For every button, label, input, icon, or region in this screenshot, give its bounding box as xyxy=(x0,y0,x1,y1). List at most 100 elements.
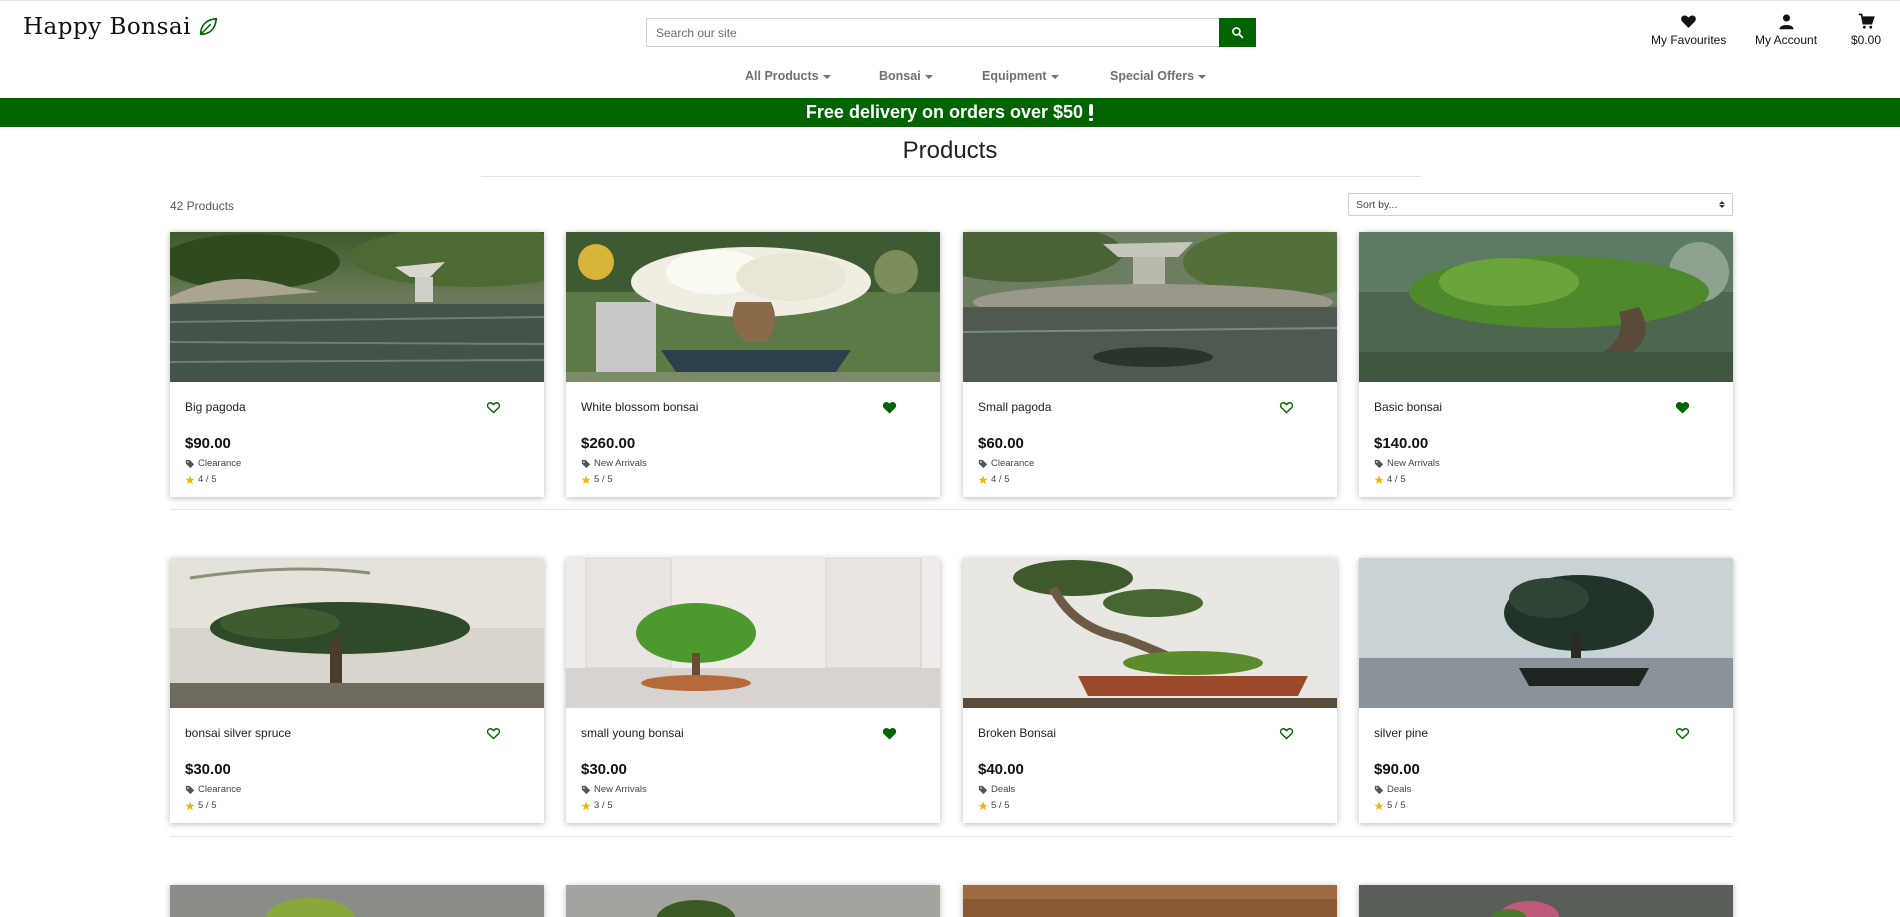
product-rating: 5 / 5 xyxy=(581,474,613,485)
row-divider xyxy=(170,509,1733,510)
product-card[interactable]: White blossom bonsai $260.00 New Arrival… xyxy=(566,232,940,497)
title-divider xyxy=(481,176,1421,177)
heart-outline-icon[interactable] xyxy=(1279,400,1294,415)
product-price: $30.00 xyxy=(581,761,627,778)
product-card[interactable]: Big pagoda $90.00 Clearance 4 / 5 xyxy=(170,232,544,497)
user-icon xyxy=(1778,14,1794,30)
product-rating: 3 / 5 xyxy=(581,800,613,811)
product-name: Small pagoda xyxy=(978,400,1052,414)
product-name: small young bonsai xyxy=(581,726,684,740)
account-link[interactable]: My Account xyxy=(1755,13,1817,47)
tag-icon xyxy=(185,459,195,468)
account-label: My Account xyxy=(1755,33,1818,47)
category-label: Deals xyxy=(1387,784,1412,795)
product-card[interactable] xyxy=(566,885,940,917)
product-name: Big pagoda xyxy=(185,400,246,414)
product-card[interactable]: Small pagoda $60.00 Clearance 4 / 5 xyxy=(963,232,1337,497)
search-bar xyxy=(646,18,1256,47)
logo-text: Happy Bonsai xyxy=(23,14,191,40)
caret-down-icon xyxy=(1050,75,1059,79)
star-icon xyxy=(978,474,988,484)
product-price: $90.00 xyxy=(185,435,231,452)
product-rating: 4 / 5 xyxy=(1374,474,1406,485)
product-category: Clearance xyxy=(978,458,1034,469)
tag-icon xyxy=(978,785,988,794)
menu-special-offers[interactable]: Special Offers xyxy=(1110,69,1207,83)
product-name: Broken Bonsai xyxy=(978,726,1057,740)
tag-icon xyxy=(185,785,195,794)
menu-bonsai[interactable]: Bonsai xyxy=(879,69,933,83)
star-icon xyxy=(581,800,591,810)
product-image xyxy=(566,885,940,917)
star-icon xyxy=(581,474,591,484)
product-rating: 5 / 5 xyxy=(185,800,217,811)
heart-outline-icon[interactable] xyxy=(1279,726,1294,741)
page-title: Products xyxy=(902,137,998,164)
rating-value: 5 / 5 xyxy=(1387,800,1406,811)
product-category: Deals xyxy=(978,784,1015,795)
product-image xyxy=(566,558,940,708)
product-card[interactable]: silver pine $90.00 Deals 5 / 5 xyxy=(1359,558,1733,823)
menu-label: Special Offers xyxy=(1110,69,1195,83)
product-card[interactable] xyxy=(1359,885,1733,917)
product-name: White blossom bonsai xyxy=(581,400,699,414)
caret-down-icon xyxy=(924,75,933,79)
product-card[interactable]: Broken Bonsai $40.00 Deals 5 / 5 xyxy=(963,558,1337,823)
product-card[interactable]: Basic bonsai $140.00 New Arrivals 4 / 5 xyxy=(1359,232,1733,497)
product-image xyxy=(1359,885,1733,917)
search-button[interactable] xyxy=(1219,18,1256,47)
product-rating: 4 / 5 xyxy=(185,474,217,485)
menu-equipment[interactable]: Equipment xyxy=(982,69,1059,83)
caret-down-icon xyxy=(822,75,831,79)
site-logo[interactable]: Happy Bonsai xyxy=(23,14,219,40)
product-price: $30.00 xyxy=(185,761,231,778)
sort-select[interactable]: Sort by... xyxy=(1348,193,1733,216)
star-icon xyxy=(185,474,195,484)
main-menu: All Products Bonsai Equipment Special Of… xyxy=(0,69,1900,87)
product-image xyxy=(1359,558,1733,708)
heart-filled-icon[interactable] xyxy=(1675,400,1690,415)
product-category: Deals xyxy=(1374,784,1411,795)
product-price: $260.00 xyxy=(581,435,636,452)
heart-outline-icon[interactable] xyxy=(486,726,501,741)
product-card[interactable]: bonsai silver spruce $30.00 Clearance 5 … xyxy=(170,558,544,823)
category-label: Clearance xyxy=(198,458,242,469)
sort-selected: Sort by... xyxy=(1356,198,1398,211)
cart-total: $0.00 xyxy=(1851,33,1882,47)
heart-outline-icon[interactable] xyxy=(486,400,501,415)
category-label: New Arrivals xyxy=(1387,458,1440,469)
cart-link[interactable]: $0.00 xyxy=(1851,13,1881,47)
favourites-label: My Favourites xyxy=(1651,33,1727,47)
product-category: Clearance xyxy=(185,458,241,469)
product-category: Clearance xyxy=(185,784,241,795)
tag-icon xyxy=(978,459,988,468)
menu-label: Equipment xyxy=(982,69,1047,83)
cart-icon xyxy=(1858,13,1875,29)
tag-icon xyxy=(581,785,591,794)
category-label: Deals xyxy=(991,784,1016,795)
tag-icon xyxy=(1374,459,1384,468)
rating-value: 5 / 5 xyxy=(198,800,217,811)
search-input[interactable] xyxy=(646,18,1219,47)
product-image xyxy=(170,885,544,917)
menu-label: Bonsai xyxy=(879,69,921,83)
tag-icon xyxy=(581,459,591,468)
product-rating: 5 / 5 xyxy=(978,800,1010,811)
star-icon xyxy=(978,800,988,810)
rating-value: 4 / 5 xyxy=(991,474,1010,485)
product-card[interactable]: small young bonsai $30.00 New Arrivals 3… xyxy=(566,558,940,823)
menu-all-products[interactable]: All Products xyxy=(745,69,831,83)
banner-text: Free delivery on orders over $50 xyxy=(805,102,1084,122)
search-icon xyxy=(1232,27,1244,39)
rating-value: 5 / 5 xyxy=(991,800,1010,811)
promo-banner: Free delivery on orders over $50 xyxy=(0,98,1900,127)
product-card[interactable] xyxy=(170,885,544,917)
heart-filled-icon[interactable] xyxy=(882,400,897,415)
product-image xyxy=(963,558,1337,708)
product-card[interactable] xyxy=(963,885,1337,917)
select-arrows-icon xyxy=(1719,201,1725,208)
favourites-link[interactable]: My Favourites xyxy=(1651,13,1726,47)
heart-filled-icon[interactable] xyxy=(882,726,897,741)
rating-value: 3 / 5 xyxy=(594,800,613,811)
heart-outline-icon[interactable] xyxy=(1675,726,1690,741)
